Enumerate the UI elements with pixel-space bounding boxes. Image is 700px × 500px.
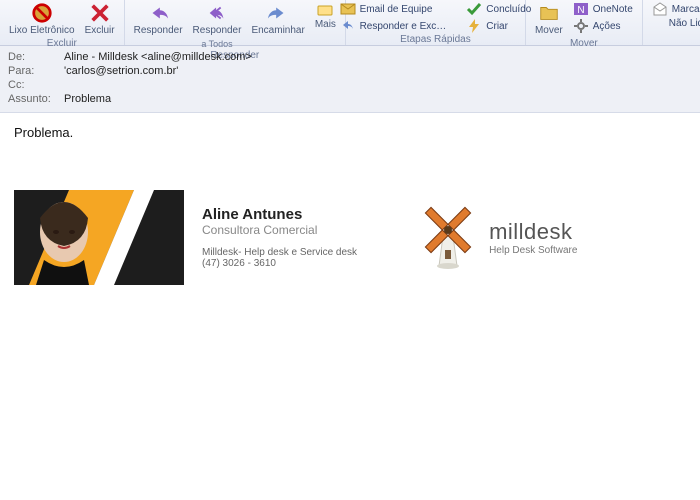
folder-move-icon bbox=[538, 2, 560, 24]
message-body: Problema. Aline Antunes Co bbox=[0, 113, 700, 493]
ribbon-group-move: Mover N OneNote Ações Mover bbox=[526, 0, 643, 45]
actions-button[interactable]: Ações bbox=[570, 18, 636, 34]
forward-label: Encaminhar bbox=[251, 26, 304, 37]
signature-role: Consultora Comercial bbox=[202, 223, 357, 237]
signature-company: Milldesk- Help desk e Service desk bbox=[202, 247, 357, 258]
quick-create-label: Criar bbox=[486, 21, 508, 32]
reply-all-sub: a Todos bbox=[201, 39, 232, 49]
ribbon-group-quick-steps: Email de Equipe Responder e Exc… Concluí… bbox=[346, 0, 526, 45]
group-caption-quick: Etapas Rápidas bbox=[400, 34, 471, 46]
group-caption-move: Mover bbox=[570, 38, 598, 50]
windmill-logo-icon bbox=[417, 200, 479, 275]
to-value: 'carlos@setrion.com.br' bbox=[64, 65, 178, 77]
delete-label: Excluir bbox=[85, 26, 115, 37]
delete-x-icon bbox=[89, 2, 111, 24]
junk-mail-button[interactable]: Lixo Eletrônico bbox=[6, 1, 78, 38]
junk-label: Lixo Eletrônico bbox=[9, 26, 75, 37]
signature-text-block: Aline Antunes Consultora Comercial Milld… bbox=[202, 206, 357, 269]
onenote-label: OneNote bbox=[593, 4, 633, 15]
message-headers: De: Aline - Milldesk <aline@milldesk.com… bbox=[0, 46, 700, 113]
cc-label: Cc: bbox=[8, 79, 56, 91]
signature-brand: milldesk Help Desk Software bbox=[417, 200, 577, 275]
more-label: Mais bbox=[315, 20, 336, 31]
svg-text:N: N bbox=[577, 5, 584, 16]
reply-label: Responder bbox=[134, 26, 183, 37]
quick-team-email[interactable]: Email de Equipe bbox=[337, 1, 450, 17]
quick-done[interactable]: Concluído bbox=[463, 1, 534, 17]
delete-button[interactable]: Excluir bbox=[82, 1, 118, 38]
signature-phone: (47) 3026 - 3610 bbox=[202, 258, 357, 269]
quick-create[interactable]: Criar bbox=[463, 18, 534, 34]
group-caption-delete: Excluir bbox=[47, 38, 77, 50]
header-subject-row: Assunto: Problema bbox=[8, 92, 692, 106]
mark-unread-label: Não Lida bbox=[669, 18, 700, 29]
junk-icon bbox=[31, 2, 53, 24]
subject-value: Problema bbox=[64, 93, 111, 105]
gear-icon bbox=[573, 18, 589, 34]
signature-left: Aline Antunes Consultora Comercial Milld… bbox=[14, 190, 357, 285]
quick-reply-delete[interactable]: Responder e Exc… bbox=[337, 18, 450, 34]
quick-done-label: Concluído bbox=[486, 4, 531, 15]
reply-all-icon bbox=[206, 2, 228, 24]
signature-name: Aline Antunes bbox=[202, 206, 357, 223]
forward-button[interactable]: Encaminhar bbox=[248, 1, 307, 38]
signature-photo bbox=[14, 190, 184, 285]
header-to-row: Para: 'carlos@setrion.com.br' bbox=[8, 64, 692, 78]
reply-button[interactable]: Responder bbox=[131, 1, 186, 38]
onenote-icon: N bbox=[573, 1, 589, 17]
ribbon-group-tags: Marcar co Não Lida bbox=[643, 0, 700, 45]
header-from-row: De: Aline - Milldesk <aline@milldesk.com… bbox=[8, 50, 692, 64]
mark-read-label: Marcar co bbox=[672, 4, 700, 15]
reply-all-label: Responder bbox=[193, 26, 242, 37]
forward-icon bbox=[267, 2, 289, 24]
brand-text: milldesk Help Desk Software bbox=[489, 219, 577, 256]
reply-delete-icon bbox=[340, 18, 356, 34]
more-respond-button[interactable]: Mais bbox=[312, 1, 339, 32]
mark-read-button[interactable]: Marcar co bbox=[649, 1, 700, 17]
brand-name: milldesk bbox=[489, 219, 577, 245]
envelope-open-icon bbox=[652, 1, 668, 17]
from-value: Aline - Milldesk <aline@milldesk.com> bbox=[64, 51, 252, 63]
check-icon bbox=[466, 1, 482, 17]
email-signature: Aline Antunes Consultora Comercial Milld… bbox=[14, 190, 686, 285]
reply-all-button[interactable]: Responder a Todos bbox=[190, 1, 245, 50]
header-cc-row: Cc: bbox=[8, 78, 692, 92]
from-label: De: bbox=[8, 51, 56, 63]
more-icon bbox=[317, 2, 333, 18]
reply-icon bbox=[147, 2, 169, 24]
subject-label: Assunto: bbox=[8, 93, 56, 105]
quick-team-email-label: Email de Equipe bbox=[360, 4, 433, 15]
move-label: Mover bbox=[535, 26, 563, 37]
onenote-button[interactable]: N OneNote bbox=[570, 1, 636, 17]
body-text: Problema. bbox=[14, 125, 686, 140]
ribbon-group-respond: Responder Responder a Todos Encaminhar bbox=[125, 0, 346, 45]
to-label: Para: bbox=[8, 65, 56, 77]
quick-reply-delete-label: Responder e Exc… bbox=[360, 21, 447, 32]
group-caption-tags bbox=[683, 33, 686, 45]
brand-tagline: Help Desk Software bbox=[489, 245, 577, 256]
ribbon-group-delete: Lixo Eletrônico Excluir Excluir bbox=[0, 0, 125, 45]
move-button[interactable]: Mover bbox=[532, 1, 566, 38]
team-email-icon bbox=[340, 1, 356, 17]
mark-unread-button[interactable]: Não Lida bbox=[649, 18, 700, 29]
actions-label: Ações bbox=[593, 21, 621, 32]
ribbon-toolbar: Lixo Eletrônico Excluir Excluir Responde… bbox=[0, 0, 700, 46]
lightning-icon bbox=[466, 18, 482, 34]
